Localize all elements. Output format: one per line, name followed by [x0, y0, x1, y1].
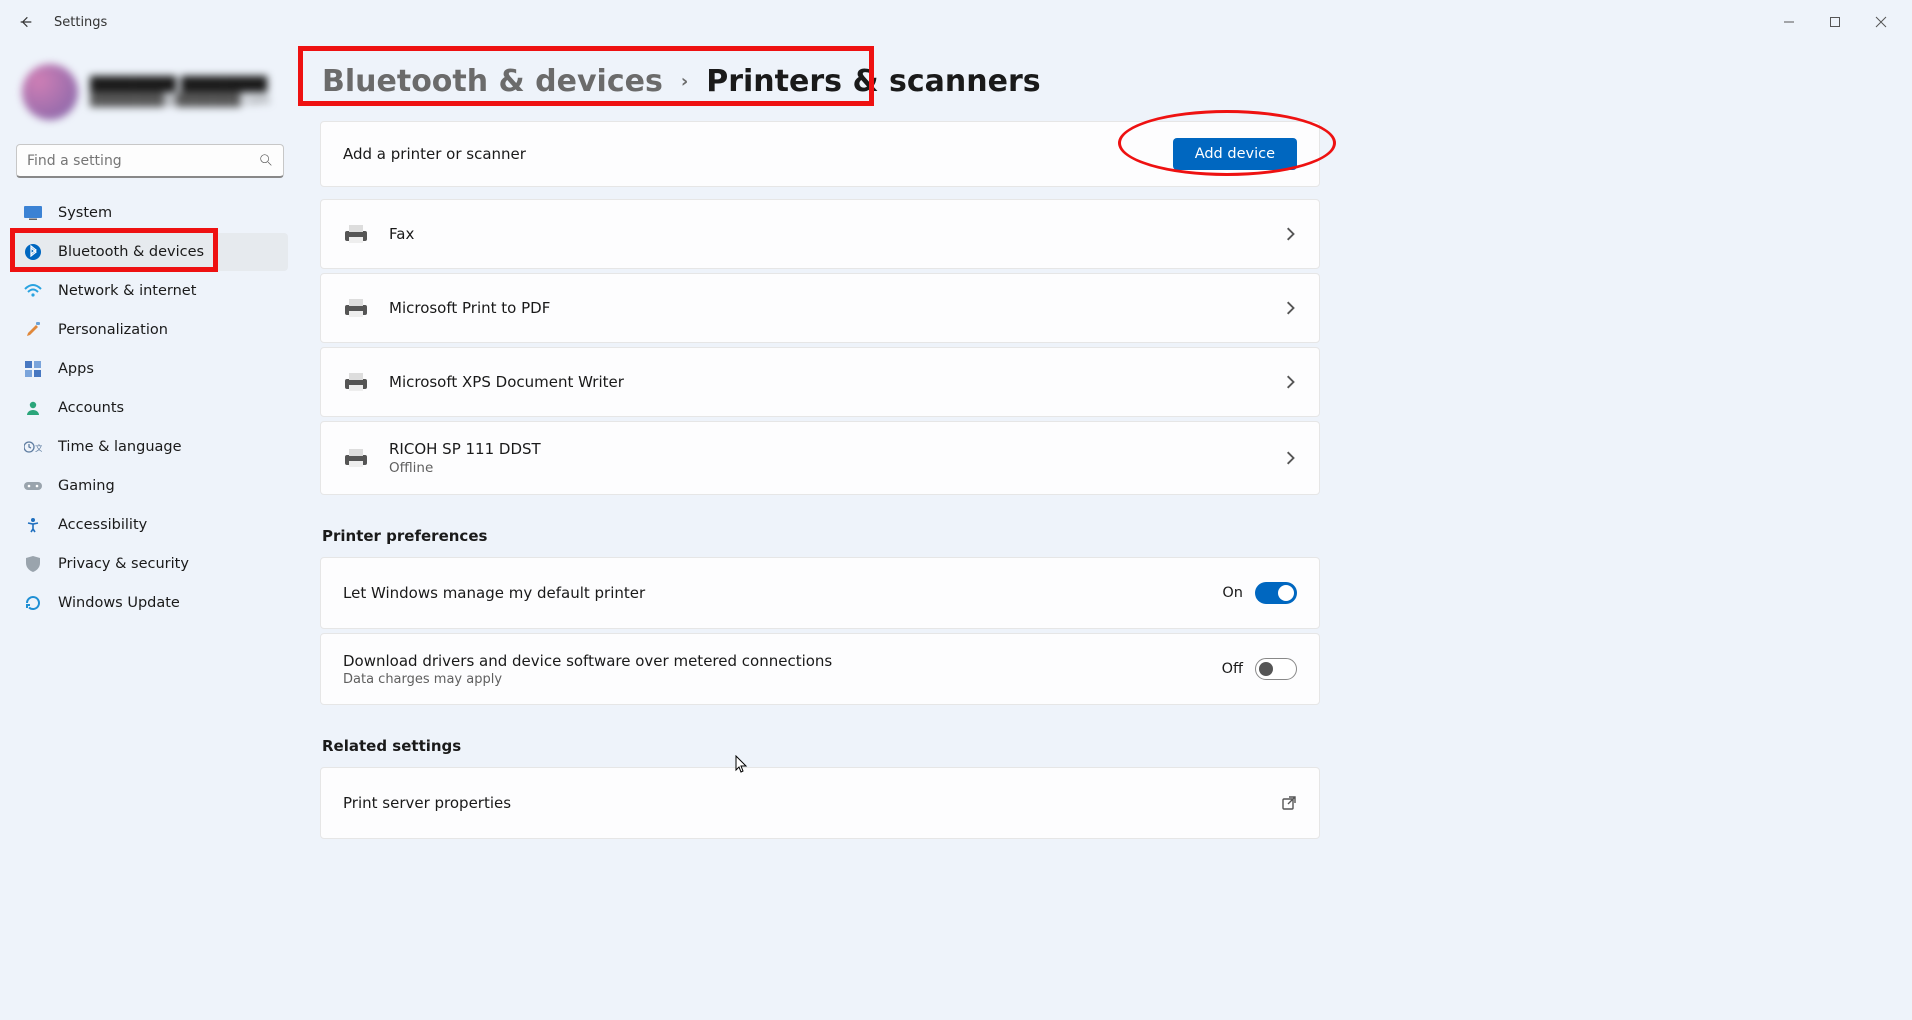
sidebar-item-privacy-security[interactable]: Privacy & security — [12, 545, 288, 583]
sidebar-item-label: Accounts — [58, 400, 124, 416]
sidebar-item-label: Bluetooth & devices — [58, 244, 204, 260]
person-icon — [24, 399, 42, 417]
system-icon — [24, 204, 42, 222]
sidebar-item-windows-update[interactable]: Windows Update — [12, 584, 288, 622]
printer-name: RICOH SP 111 DDST — [389, 440, 541, 458]
main-content: Bluetooth & devices › Printers & scanner… — [300, 44, 1912, 1020]
sidebar-item-label: System — [58, 205, 112, 221]
toggle-state-label: On — [1222, 585, 1243, 601]
chevron-right-icon — [1283, 301, 1297, 315]
sidebar-item-label: Privacy & security — [58, 556, 189, 572]
sidebar-item-label: Gaming — [58, 478, 115, 494]
back-button[interactable] — [8, 4, 44, 40]
sidebar-item-gaming[interactable]: Gaming — [12, 467, 288, 505]
nav-list: System Bluetooth & devices Network & int… — [12, 194, 288, 622]
related-print-server[interactable]: Print server properties — [320, 767, 1320, 839]
avatar — [22, 64, 78, 120]
chevron-right-icon — [1283, 451, 1297, 465]
pref-default-printer: Let Windows manage my default printer On — [320, 557, 1320, 629]
sidebar-item-label: Windows Update — [58, 595, 180, 611]
sidebar-item-system[interactable]: System — [12, 194, 288, 232]
close-icon — [1875, 16, 1887, 28]
sidebar-item-label: Accessibility — [58, 517, 147, 533]
search-icon — [258, 152, 274, 168]
printer-row-ms-print-pdf[interactable]: Microsoft Print to PDF — [320, 273, 1320, 343]
add-device-button[interactable]: Add device — [1173, 138, 1297, 170]
titlebar: Settings — [0, 0, 1912, 44]
printer-icon — [343, 223, 369, 245]
add-printer-card: Add a printer or scanner Add device — [320, 121, 1320, 187]
printer-preferences-heading: Printer preferences — [322, 527, 1322, 545]
pref-label: Download drivers and device software ove… — [343, 652, 832, 670]
chevron-right-icon — [1283, 375, 1297, 389]
sidebar-item-label: Network & internet — [58, 283, 196, 299]
metered-toggle[interactable] — [1255, 658, 1297, 680]
sidebar-item-label: Apps — [58, 361, 94, 377]
related-settings-heading: Related settings — [322, 737, 1322, 755]
accessibility-icon — [24, 516, 42, 534]
sidebar-item-network[interactable]: Network & internet — [12, 272, 288, 310]
sidebar-item-personalization[interactable]: Personalization — [12, 311, 288, 349]
svg-text:文: 文 — [35, 443, 42, 453]
printer-row-fax[interactable]: Fax — [320, 199, 1320, 269]
printer-name: Microsoft Print to PDF — [389, 299, 550, 317]
sidebar-item-apps[interactable]: Apps — [12, 350, 288, 388]
clock-globe-icon: 文 — [24, 438, 42, 456]
printer-row-ricoh[interactable]: RICOH SP 111 DDST Offline — [320, 421, 1320, 495]
open-external-icon — [1281, 795, 1297, 811]
add-printer-label: Add a printer or scanner — [343, 145, 526, 163]
sidebar-item-label: Personalization — [58, 322, 168, 338]
apps-icon — [24, 360, 42, 378]
bluetooth-icon — [24, 243, 42, 261]
user-profile[interactable]: ████████ ████████ ████████@███████.com — [12, 58, 288, 138]
breadcrumb-parent[interactable]: Bluetooth & devices — [322, 64, 663, 99]
maximize-button[interactable] — [1812, 6, 1858, 38]
printer-status: Offline — [389, 460, 541, 476]
breadcrumb-current: Printers & scanners — [706, 64, 1040, 99]
printer-name: Microsoft XPS Document Writer — [389, 373, 624, 391]
breadcrumb: Bluetooth & devices › Printers & scanner… — [320, 54, 1872, 121]
sidebar-item-accounts[interactable]: Accounts — [12, 389, 288, 427]
gamepad-icon — [24, 477, 42, 495]
printer-icon — [343, 371, 369, 393]
minimize-button[interactable] — [1766, 6, 1812, 38]
printer-icon — [343, 447, 369, 469]
sidebar-item-label: Time & language — [58, 439, 182, 455]
chevron-right-icon — [1283, 227, 1297, 241]
default-printer-toggle[interactable] — [1255, 582, 1297, 604]
update-icon — [24, 594, 42, 612]
shield-icon — [24, 555, 42, 573]
sidebar-item-accessibility[interactable]: Accessibility — [12, 506, 288, 544]
printer-name: Fax — [389, 225, 414, 243]
paintbrush-icon — [24, 321, 42, 339]
search-input[interactable] — [16, 144, 284, 178]
arrow-left-icon — [18, 14, 34, 30]
profile-email: ████████@███████.com — [90, 93, 270, 107]
pref-sublabel: Data charges may apply — [343, 672, 832, 687]
minimize-icon — [1783, 16, 1795, 28]
sidebar: ████████ ████████ ████████@███████.com S… — [0, 44, 300, 1020]
window-controls — [1766, 6, 1904, 38]
window-title: Settings — [54, 15, 107, 30]
sidebar-item-time-language[interactable]: 文 Time & language — [12, 428, 288, 466]
toggle-state-label: Off — [1222, 661, 1243, 677]
pref-label: Let Windows manage my default printer — [343, 584, 645, 602]
pref-metered-downloads: Download drivers and device software ove… — [320, 633, 1320, 705]
profile-name: ████████ ████████ — [90, 77, 270, 93]
search-wrap — [16, 144, 284, 178]
related-label: Print server properties — [343, 794, 511, 812]
chevron-right-icon: › — [681, 71, 688, 92]
printer-icon — [343, 297, 369, 319]
maximize-icon — [1829, 16, 1841, 28]
printer-row-ms-xps[interactable]: Microsoft XPS Document Writer — [320, 347, 1320, 417]
wifi-icon — [24, 282, 42, 300]
close-button[interactable] — [1858, 6, 1904, 38]
sidebar-item-bluetooth-devices[interactable]: Bluetooth & devices — [12, 233, 288, 271]
